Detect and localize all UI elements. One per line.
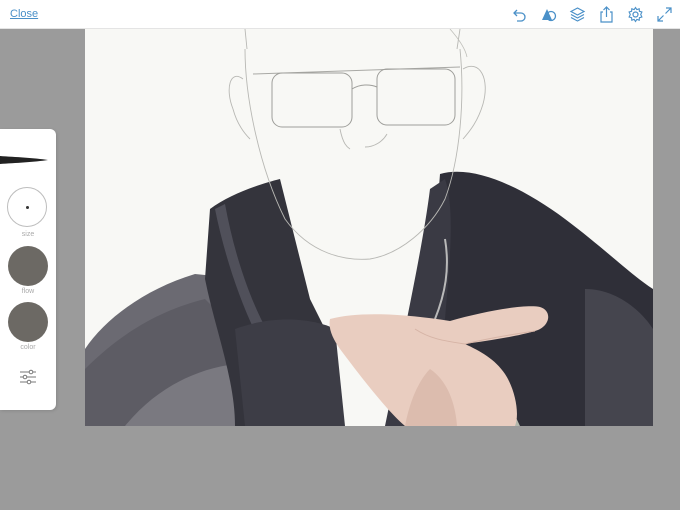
brush-tip-icon[interactable] xyxy=(0,153,50,167)
size-label: size xyxy=(21,231,35,238)
drawing-canvas[interactable] xyxy=(85,29,653,426)
brush-settings-icon[interactable] xyxy=(18,368,38,386)
brush-tool-panel: size flow color xyxy=(0,129,56,410)
share-icon[interactable] xyxy=(598,6,615,23)
shapes-icon[interactable] xyxy=(540,6,557,23)
layers-icon[interactable] xyxy=(569,6,586,23)
flow-swatch[interactable] xyxy=(8,246,48,286)
flow-label: flow xyxy=(21,288,35,295)
undo-icon[interactable] xyxy=(511,6,528,23)
size-preview-dot xyxy=(26,206,29,209)
artwork xyxy=(85,29,653,426)
close-button[interactable]: Close xyxy=(10,8,38,20)
settings-icon[interactable] xyxy=(627,6,644,23)
fullscreen-icon[interactable] xyxy=(656,6,673,23)
color-label: color xyxy=(20,344,36,351)
brush-size-control[interactable] xyxy=(7,187,47,227)
top-toolbar: Close xyxy=(0,0,680,29)
color-swatch[interactable] xyxy=(8,302,48,342)
